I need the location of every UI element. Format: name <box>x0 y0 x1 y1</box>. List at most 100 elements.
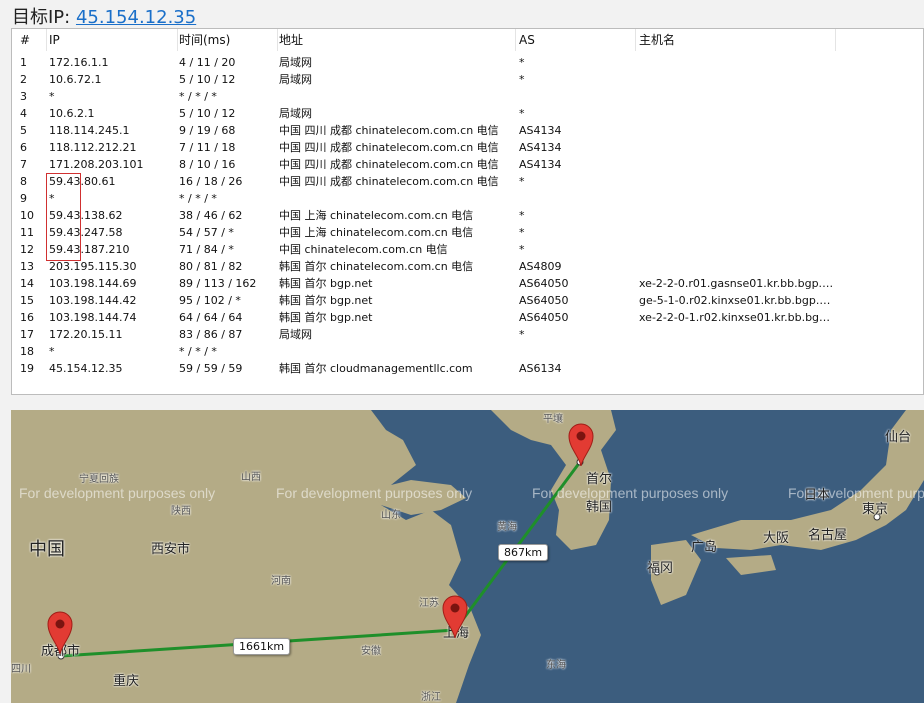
cell-time: * / * / * <box>179 192 217 205</box>
column-header-hostname[interactable]: 主机名 <box>639 29 836 51</box>
map-label-henan: 河南 <box>271 576 291 587</box>
table-row[interactable]: 12 59.43.187.210 71 / 84 / * 中国 chinateleco… <box>12 241 923 258</box>
traceroute-table: # IP 时间(ms) 地址 AS 主机名 1 172.16.1.1 4 / 11 … <box>11 28 924 395</box>
map-canvas <box>11 410 924 703</box>
table-row[interactable]: 9 * * / * / * <box>12 190 923 207</box>
map-label-shanxi: 山西 <box>241 472 261 483</box>
cell-ip: 118.114.245.1 <box>49 124 130 137</box>
cell-index: 12 <box>20 243 34 256</box>
cell-as: AS6134 <box>519 362 562 375</box>
cell-as: * <box>519 56 525 69</box>
map-label-pyongyang: 平壤 <box>543 414 563 425</box>
cell-ip: 103.198.144.69 <box>49 277 137 290</box>
cell-time: 64 / 64 / 64 <box>179 311 243 324</box>
map-label-shandong: 山东 <box>381 510 401 521</box>
map-label-zhejiang: 浙江 <box>421 692 441 703</box>
cell-ip: * <box>49 192 55 205</box>
cell-index: 5 <box>20 124 27 137</box>
table-row[interactable]: 10 59.43.138.62 38 / 46 / 62 中国 上海 chinatel… <box>12 207 923 224</box>
column-header-ip[interactable]: IP <box>49 29 178 51</box>
column-header-address[interactable]: 地址 <box>279 29 516 51</box>
column-header-as[interactable]: AS <box>519 29 636 51</box>
cell-index: 3 <box>20 90 27 103</box>
table-row[interactable]: 7 171.208.203.101 8 / 10 / 16 中国 四川 成都 chin… <box>12 156 923 173</box>
cell-hostname: xe-2-2-0.r01.gasnse01.kr.bb.bgp.net <box>639 277 835 290</box>
route-map[interactable]: For development purposes only For develo… <box>11 410 924 703</box>
cell-time: 95 / 102 / * <box>179 294 241 307</box>
cell-ip: 118.112.212.21 <box>49 141 137 154</box>
column-header-index[interactable]: # <box>20 29 47 51</box>
cell-ip: 171.208.203.101 <box>49 158 144 171</box>
cell-address: 中国 四川 成都 chinatelecom.com.cn 电信 <box>279 158 499 171</box>
table-row[interactable]: 19 45.154.12.35 59 / 59 / 59 韩国 首尔 cloudman… <box>12 360 923 377</box>
cell-as: * <box>519 226 525 239</box>
map-label-nagoya: 名古屋 <box>808 528 848 543</box>
table-row[interactable]: 17 172.20.15.11 83 / 86 / 87 局域网 * <box>12 326 923 343</box>
map-label-anhui: 安徽 <box>361 646 381 657</box>
column-header-time[interactable]: 时间(ms) <box>179 29 278 51</box>
cell-address: 韩国 首尔 cloudmanagementllc.com <box>279 362 473 375</box>
cell-as: AS4134 <box>519 158 562 171</box>
cell-address: 中国 四川 成都 chinatelecom.com.cn 电信 <box>279 141 499 154</box>
cell-index: 9 <box>20 192 27 205</box>
cell-ip: * <box>49 345 55 358</box>
target-ip-link[interactable]: 45.154.12.35 <box>76 7 196 28</box>
location-pin-icon[interactable] <box>442 594 468 638</box>
cell-as: * <box>519 243 525 256</box>
cell-as: AS64050 <box>519 277 569 290</box>
cell-index: 10 <box>20 209 34 222</box>
cell-ip: 203.195.115.30 <box>49 260 137 273</box>
cell-index: 6 <box>20 141 27 154</box>
table-row[interactable]: 18 * * / * / * <box>12 343 923 360</box>
location-pin-icon[interactable] <box>568 422 594 466</box>
cell-ip: 59.43.80.61 <box>49 175 116 188</box>
table-row[interactable]: 8 59.43.80.61 16 / 18 / 26 中国 四川 成都 chinate… <box>12 173 923 190</box>
cell-ip: 59.43.138.62 <box>49 209 123 222</box>
cell-index: 2 <box>20 73 27 86</box>
map-label-china: 中国 <box>29 539 65 560</box>
table-row[interactable]: 5 118.114.245.1 9 / 19 / 68 中国 四川 成都 chinat… <box>12 122 923 139</box>
table-row[interactable]: 13 203.195.115.30 80 / 81 / 82 韩国 首尔 chinat… <box>12 258 923 275</box>
table-row[interactable]: 6 118.112.212.21 7 / 11 / 18 中国 四川 成都 china… <box>12 139 923 156</box>
cell-address: 韩国 首尔 bgp.net <box>279 277 373 290</box>
table-row[interactable]: 11 59.43.247.58 54 / 57 / * 中国 上海 chinatele… <box>12 224 923 241</box>
table-row[interactable]: 14 103.198.144.69 89 / 113 / 162 韩国 首尔 bgp.… <box>12 275 923 292</box>
table-row[interactable]: 3 * * / * / * <box>12 88 923 105</box>
table-row[interactable]: 4 10.6.2.1 5 / 10 / 12 局域网 * <box>12 105 923 122</box>
cell-time: 83 / 86 / 87 <box>179 328 243 341</box>
cell-ip: 103.198.144.74 <box>49 311 137 324</box>
table-row[interactable]: 1 172.16.1.1 4 / 11 / 20 局域网 * <box>12 54 923 71</box>
table-row[interactable]: 15 103.198.144.42 95 / 102 / * 韩国 首尔 bgp.ne… <box>12 292 923 309</box>
cell-index: 16 <box>20 311 34 324</box>
watermark: For development purposes only <box>276 485 473 501</box>
cell-index: 4 <box>20 107 27 120</box>
map-label-fukuoka: 福冈 <box>647 561 674 576</box>
cell-index: 14 <box>20 277 34 290</box>
cell-time: 80 / 81 / 82 <box>179 260 243 273</box>
map-label-japan: 日本 <box>804 488 831 503</box>
cell-address: 中国 四川 成都 chinatelecom.com.cn 电信 <box>279 124 499 137</box>
cell-address: 中国 chinatelecom.com.cn 电信 <box>279 243 448 256</box>
map-label-seoul: 首尔 <box>586 472 613 487</box>
cell-index: 18 <box>20 345 34 358</box>
cell-ip: 172.20.15.11 <box>49 328 123 341</box>
cell-ip: 59.43.187.210 <box>49 243 130 256</box>
cell-as: * <box>519 328 525 341</box>
map-label-east-sea: 东海 <box>546 660 566 671</box>
cell-time: 54 / 57 / * <box>179 226 234 239</box>
cell-address: 韩国 首尔 chinatelecom.com.cn 电信 <box>279 260 474 273</box>
cell-time: 7 / 11 / 18 <box>179 141 236 154</box>
location-pin-icon[interactable] <box>47 610 73 654</box>
table-row[interactable]: 16 103.198.144.74 64 / 64 / 64 韩国 首尔 bgp.ne… <box>12 309 923 326</box>
cell-hostname: xe-2-2-0-1.r02.kinxse01.kr.bb.bgp.... <box>639 311 835 324</box>
cell-time: 8 / 10 / 16 <box>179 158 236 171</box>
cell-index: 7 <box>20 158 27 171</box>
map-label-sichuan: 四川 <box>11 664 31 675</box>
distance-label-1661km: 1661km <box>233 638 291 655</box>
table-row[interactable]: 2 10.6.72.1 5 / 10 / 12 局域网 * <box>12 71 923 88</box>
cell-as: AS64050 <box>519 294 569 307</box>
cell-time: 5 / 10 / 12 <box>179 73 236 86</box>
cell-ip: 172.16.1.1 <box>49 56 109 69</box>
cell-address: 中国 四川 成都 chinatelecom.com.cn 电信 <box>279 175 499 188</box>
cell-as: AS4134 <box>519 124 562 137</box>
